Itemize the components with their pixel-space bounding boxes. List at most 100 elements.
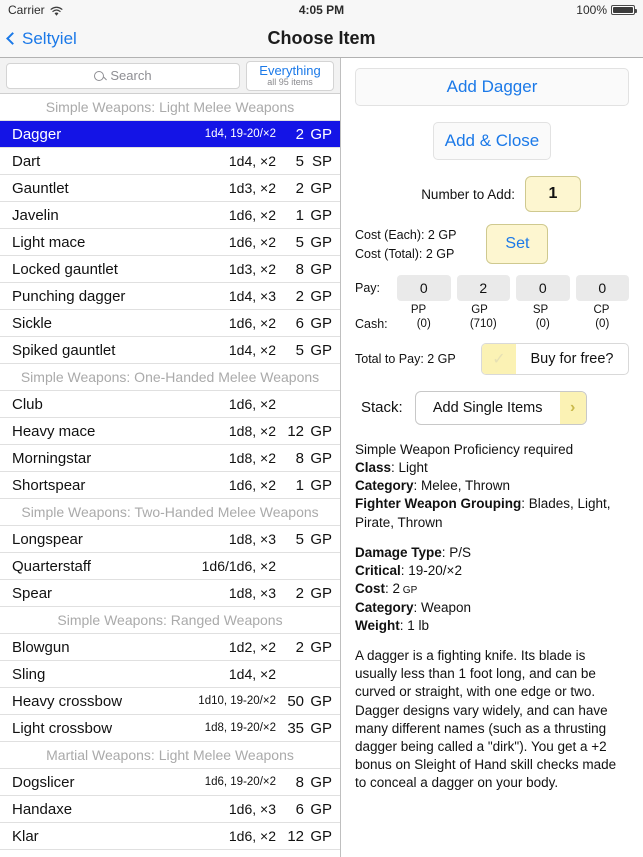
table-row[interactable]: Klar 1d6, ×2 12 GP [0,823,340,850]
pay-label: Pay: [355,280,381,295]
row-currency: GP [310,827,332,845]
row-currency: GP [310,233,332,251]
cost-each-label: Cost (Each): 2 GP [355,228,457,242]
table-row[interactable]: Javelin 1d6, ×2 1 GP [0,202,340,229]
cost-lines: Cost (Each): 2 GP Cost (Total): 2 GP [355,224,456,265]
status-bar-left: Carrier [8,3,63,17]
row-item-name: Heavy crossbow [12,692,123,710]
row-item-name: Blowgun [12,638,70,656]
row-cost: 8 [295,773,304,791]
row-cost: 5 [295,341,304,359]
row-item-name: Club [12,395,43,413]
table-row[interactable]: Heavy mace 1d8, ×2 12 GP [0,418,340,445]
table-row[interactable]: Dogslicer 1d6, 19-20/×2 8 GP [0,769,340,796]
pay-sp-input[interactable]: 0 [516,274,570,301]
row-item-name: Gauntlet [12,179,69,197]
table-row[interactable]: Sickle 1d6, ×2 6 GP [0,310,340,337]
row-item-name: Dagger [12,125,62,143]
row-damage: 1d6, ×2 [228,396,276,412]
battery-full-icon [611,5,637,15]
row-currency: GP [310,260,332,278]
back-button[interactable]: Seltyiel [0,29,77,49]
set-button[interactable]: Set [486,224,549,264]
add-item-button[interactable]: Add Dagger [355,68,629,106]
stat-label: Weight [355,617,400,633]
table-row[interactable]: Heavy crossbow 1d10, 19-20/×2 50 GP [0,688,340,715]
stat-label: Fighter Weapon Grouping [355,496,522,512]
table-row[interactable]: Locked gauntlet 1d3, ×2 8 GP [0,256,340,283]
row-currency: GP [310,584,332,602]
row-item-name: Klar [12,827,39,845]
row-item-name: Shortspear [12,476,86,494]
table-row[interactable]: Dagger 1d4, 19-20/×2 2 GP [0,121,340,148]
pay-pp-input[interactable]: 0 [397,274,451,301]
row-cost: 5 [295,152,304,170]
navigation-bar: Seltyiel Choose Item [0,20,643,58]
search-input[interactable]: Search [6,62,240,89]
pay-cp-input[interactable]: 0 [575,274,629,301]
table-row[interactable]: Gauntlet 1d3, ×2 2 GP [0,175,340,202]
row-damage: 1d8, ×3 [228,531,276,547]
stack-mode-selector[interactable]: Add Single Items › [414,390,587,425]
number-to-add-field[interactable]: 1 [525,176,581,212]
stat-label: Cost [355,581,385,597]
stat-value: : Melee, Thrown [413,478,511,494]
row-damage: 1d3, ×2 [228,261,276,277]
row-damage: 1d6, ×2 [228,828,276,844]
table-row[interactable]: Light crossbow 1d8, 19-20/×2 35 GP [0,715,340,742]
item-list-pane: Search Everything all 95 items Simple We… [0,58,341,857]
chevron-left-icon [6,32,19,45]
clock-label: 4:05 PM [298,3,345,17]
table-row[interactable]: Blowgun 1d2, ×2 2 GP [0,634,340,661]
buy-for-free-checkbox[interactable]: ✓ Buy for free? [481,342,629,375]
table-row[interactable]: Sling 1d4, ×2 [0,661,340,688]
table-row[interactable]: Handaxe 1d6, ×3 6 GP [0,796,340,823]
add-and-close-button[interactable]: Add & Close [433,122,551,160]
row-cost: 2 [295,584,304,602]
table-row[interactable]: Morningstar 1d8, ×2 8 GP [0,445,340,472]
row-currency: GP [310,773,332,791]
row-damage: 1d6, ×2 [228,234,276,250]
stat-value: : Light [391,459,428,475]
stat-line: Cost: 2 GP [355,580,629,598]
carrier-label: Carrier [8,3,45,17]
row-currency: GP [310,125,332,143]
buy-for-free-label: Buy for free? [530,350,614,367]
filter-everything-button[interactable]: Everything all 95 items [246,60,334,91]
row-cost: 6 [295,314,304,332]
table-row[interactable]: Quarterstaff 1d6/1d6, ×2 [0,553,340,580]
table-row[interactable]: Spear 1d8, ×3 2 GP [0,580,340,607]
table-row[interactable]: Punching dagger 1d4, ×3 2 GP [0,283,340,310]
wifi-icon [50,6,63,17]
table-row[interactable]: Kukri1d4, 18-20/×28GP [0,850,340,857]
row-item-name: Morningstar [12,449,92,467]
row-currency: SP [311,152,332,170]
row-cost: 35 [287,719,304,737]
cash-cp-value: (0) [595,317,610,330]
list-section-header: Simple Weapons: One-Handed Melee Weapons [0,364,340,391]
row-item-name: Light mace [12,233,86,251]
stat-label: Class [355,459,392,475]
table-row[interactable]: Dart 1d4, ×2 5 SP [0,148,340,175]
stat-value: : 2 [385,581,401,597]
table-row[interactable]: Shortspear 1d6, ×2 1 GP [0,472,340,499]
weapon-list[interactable]: Simple Weapons: Light Melee Weapons Dagge… [0,94,340,857]
pay-row: Pay: 0 2 0 0 [355,274,629,301]
table-row[interactable]: Club 1d6, ×2 [0,391,340,418]
stack-mode-value: Add Single Items [432,399,543,416]
pay-gp-input[interactable]: 2 [456,274,510,301]
row-cost: 2 [295,287,304,305]
table-row[interactable]: Spiked gauntlet 1d4, ×2 5 GP [0,337,340,364]
stat-label: Critical [355,563,401,579]
row-currency: GP [310,341,332,359]
number-to-add-label: Number to Add: [421,186,515,202]
row-cost: 8 [295,260,304,278]
row-damage: 1d6, ×2 [228,477,276,493]
stat-line: Class: Light [355,459,629,477]
row-damage: 1d4, ×2 [228,153,276,169]
cost-block: Cost (Each): 2 GP Cost (Total): 2 GP Set [355,224,629,265]
app-root: Carrier 4:05 PM 100% Seltyiel Choose Ite… [0,0,643,857]
row-damage: 1d10, 19-20/×2 [198,695,276,707]
table-row[interactable]: Light mace 1d6, ×2 5 GP [0,229,340,256]
table-row[interactable]: Longspear 1d8, ×3 5 GP [0,526,340,553]
